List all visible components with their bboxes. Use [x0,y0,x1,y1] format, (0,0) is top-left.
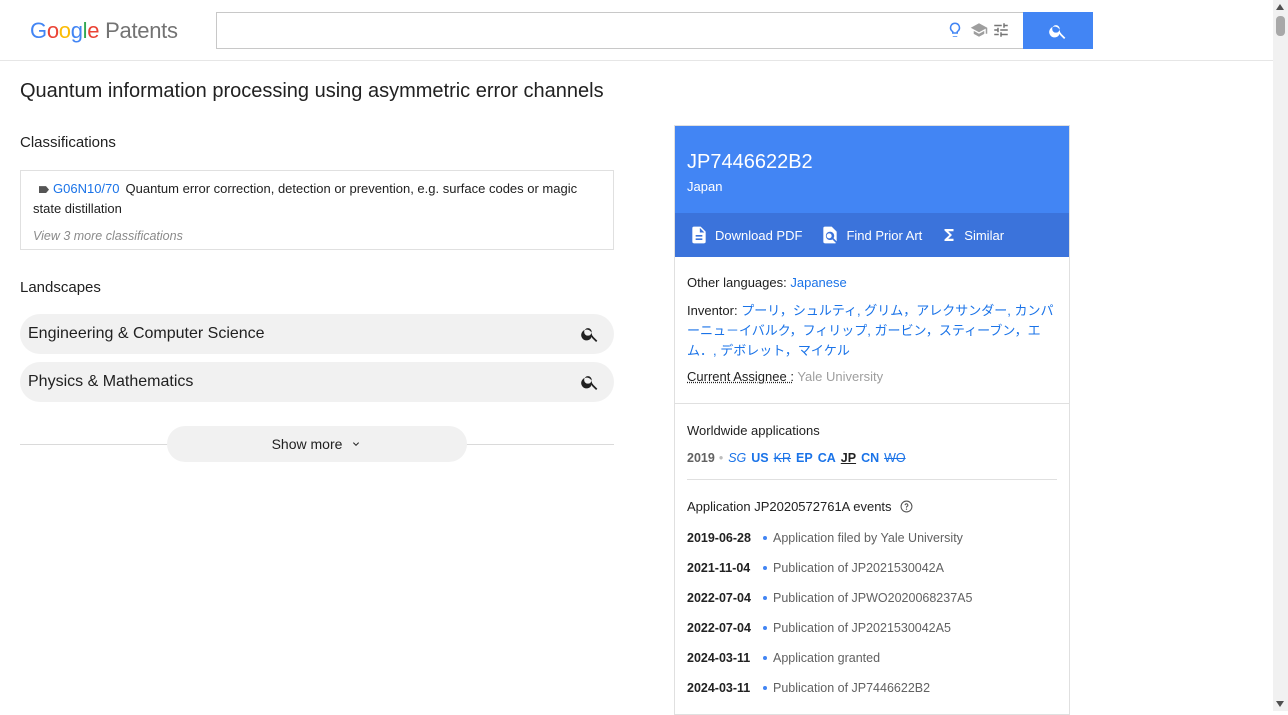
landscape-item[interactable]: Physics & Mathematics [20,362,614,402]
current-assignee: Current Assignee : Yale University [687,369,884,384]
country-link-wo[interactable]: WO [884,451,906,465]
event-bullet [763,626,767,630]
search-icon[interactable] [580,324,600,344]
search-button[interactable] [1023,12,1093,49]
worldwide-applications-heading: Worldwide applications [687,423,820,438]
google-patents-logo[interactable]: Google Patents [30,17,178,45]
patent-summary-card: JP7446622B2 Japan Download PDF Find Prio… [674,125,1070,715]
divider [687,479,1057,480]
application-year: 2019 [687,451,715,465]
country-link-cn[interactable]: CN [861,451,879,465]
classifications-heading: Classifications [20,134,116,151]
document-icon [692,226,706,244]
event-bullet [763,596,767,600]
publication-number: JP7446622B2 [687,151,813,173]
other-languages: Other languages: Japanese [687,275,847,290]
lightbulb-icon[interactable] [946,21,964,39]
page-scrollbar[interactable] [1273,0,1288,711]
language-link[interactable]: Japanese [790,275,846,290]
classification-item: G06N10/70 Quantum error correction, detec… [33,179,598,219]
card-header: JP7446622B2 Japan [675,126,1069,213]
search-icon [1049,24,1066,39]
classifications-box: G06N10/70 Quantum error correction, detec… [20,170,614,250]
sigma-icon [944,229,954,241]
page-title: Quantum information processing using asy… [20,80,604,102]
search-icon[interactable] [580,372,600,392]
chevron-down-icon [353,442,360,446]
country-link-ca[interactable]: CA [818,451,836,465]
view-more-classifications[interactable]: View 3 more classifications [33,229,183,243]
landscapes-heading: Landscapes [20,279,101,296]
tag-icon [39,186,49,194]
scroll-down-arrow[interactable] [1276,701,1284,707]
event-bullet [763,686,767,690]
scroll-thumb[interactable] [1276,16,1285,36]
search-box [216,12,1023,49]
country-link-sg[interactable]: SG [728,451,746,465]
assignee-value: Yale University [797,369,884,384]
country-link-kr[interactable]: KR [774,451,791,465]
landscape-label: Engineering & Computer Science [28,325,265,342]
landscape-item[interactable]: Engineering & Computer Science [20,314,614,354]
country-link-jp[interactable]: JP [841,451,856,465]
country: Japan [687,179,723,194]
find-prior-art-button[interactable]: Find Prior Art [820,224,922,246]
scroll-up-arrow[interactable] [1276,4,1284,10]
find-prior-art-icon [823,226,838,244]
inventor-links[interactable]: プーリ，シュルティ, グリム，アレクサンダー, カンパーニュ－イバルク，フィリッ… [687,303,1054,358]
similar-button[interactable]: Similar [940,225,1004,245]
country-link-ep[interactable]: EP [796,451,813,465]
card-actions: Download PDF Find Prior Art Similar [675,213,1069,257]
event-row: 2024-03-11 Application granted [687,651,881,665]
event-row: 2024-03-11 Publication of JP7446622B2 [687,681,931,695]
event-row: 2022-07-04 Publication of JP2021530042A5 [687,621,951,635]
country-link-us[interactable]: US [751,451,768,465]
search-input[interactable] [217,13,937,48]
worldwide-applications-row: 2019 • SG US KR EP CA JP CN WO [687,451,906,465]
show-more-button[interactable]: Show more [167,426,467,462]
show-more-label: Show more [271,436,343,452]
event-bullet [763,656,767,660]
help-icon[interactable] [900,500,913,513]
inventor: Inventor: プーリ，シュルティ, グリム，アレクサンダー, カンパーニュ… [687,303,1054,358]
download-pdf-button[interactable]: Download PDF [689,224,802,246]
scholar-icon[interactable] [970,21,988,39]
event-bullet [763,536,767,540]
event-row: 2021-11-04 Publication of JP2021530042A [687,561,944,575]
tune-icon[interactable] [992,21,1010,39]
classification-code-link[interactable]: G06N10/70 [53,181,120,196]
landscape-label: Physics & Mathematics [28,373,194,390]
events-heading: Application JP2020572761A events [687,499,913,514]
divider [675,403,1069,404]
event-row: 2019-06-28 Application filed by Yale Univ… [687,531,963,545]
event-row: 2022-07-04 Publication of JPWO2020068237A… [687,591,973,605]
top-header: Google Patents [0,0,1273,61]
event-bullet [763,566,767,570]
